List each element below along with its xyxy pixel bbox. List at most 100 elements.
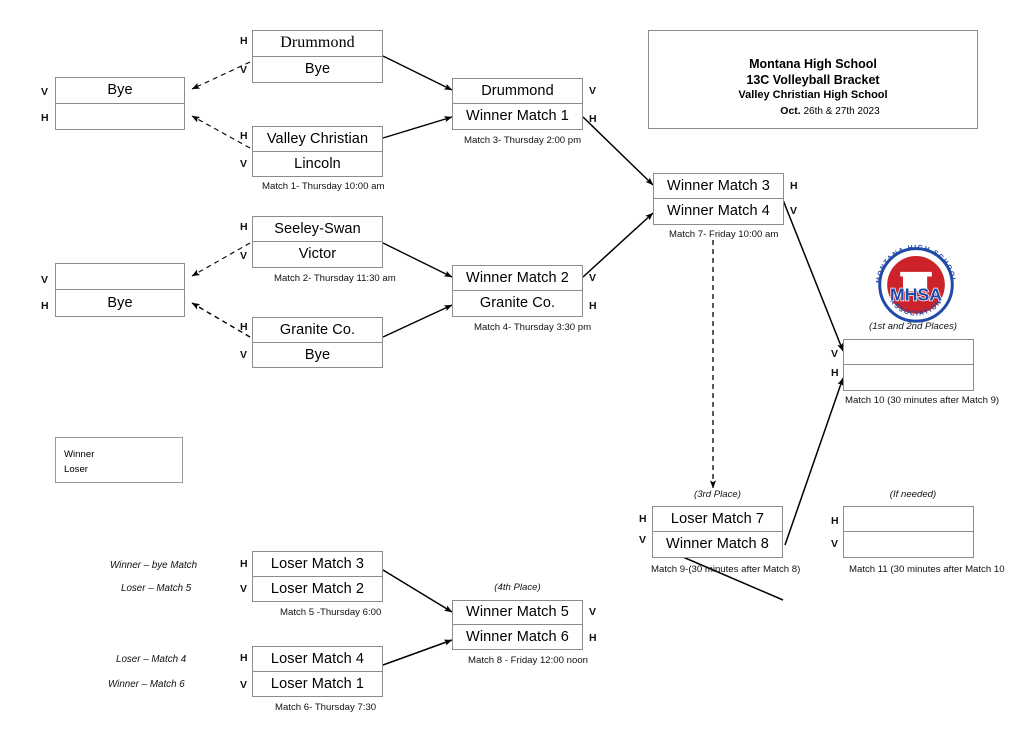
seed-h-match5: H (240, 558, 248, 570)
place-label-match11: (If needed) (889, 489, 937, 500)
slot-top[interactable]: Winner Match 5 (453, 601, 582, 625)
match-box-match8[interactable]: Winner Match 5 Winner Match 6 (452, 600, 583, 650)
legend-box: Winner Loser (55, 437, 183, 483)
feeder-note-3: Loser – Match 4 (116, 654, 187, 665)
slot-bottom[interactable]: Winner Match 8 (653, 532, 782, 557)
place-label-match9: (3rd Place) (694, 489, 741, 500)
title-line-1: Montana High School (749, 57, 877, 71)
seed-v-match4: V (589, 272, 597, 284)
title-date-days: 26th & 27th 2023 (803, 105, 880, 117)
bracket-canvas: Montana High School 13C Volleyball Brack… (0, 0, 1024, 742)
slot-bottom[interactable] (844, 532, 973, 557)
slot-bottom[interactable]: Granite Co. (453, 291, 582, 316)
seed-v-match10: V (831, 348, 839, 360)
slot-top[interactable]: Granite Co. (253, 318, 382, 343)
title-date-row: Oct. 26th & 27th 2023 (746, 104, 879, 119)
slot-top[interactable]: Loser Match 3 (253, 552, 382, 577)
match-box-bye-top[interactable]: Bye (55, 77, 185, 130)
caption-match1: Match 1- Thursday 10:00 am (262, 181, 385, 192)
seed-h-match4: H (589, 300, 597, 312)
slot-bottom[interactable] (56, 104, 184, 130)
bracket-title-box: Montana High School 13C Volleyball Brack… (648, 30, 978, 129)
feeder-note-4: Winner – Match 6 (108, 679, 185, 690)
match-box-match9[interactable]: Loser Match 7 Winner Match 8 (652, 506, 783, 558)
seed-v-granite: V (240, 349, 248, 361)
slot-bottom[interactable]: Bye (56, 290, 184, 316)
slot-top[interactable]: Bye (56, 78, 184, 104)
title-line-2: 13C Volleyball Bracket (746, 73, 880, 87)
legend-winner-label: Winner (64, 449, 95, 460)
slot-top[interactable]: Loser Match 7 (653, 507, 782, 532)
slot-bottom[interactable]: Bye (253, 343, 382, 368)
slot-top[interactable] (844, 507, 973, 532)
seed-v-drummond: V (240, 64, 248, 76)
caption-match11: Match 11 (30 minutes after Match 10 (849, 564, 1005, 575)
match-box-bye-lower[interactable]: Bye (55, 263, 185, 317)
match-box-granite-bye[interactable]: Granite Co. Bye (252, 317, 383, 368)
slot-top[interactable]: Seeley-Swan (253, 217, 382, 242)
slot-bottom[interactable]: Victor (253, 242, 382, 267)
slot-bottom[interactable]: Bye (253, 57, 382, 83)
mhsa-logo-icon: MONTANA HIGH SCHOOL ASSOCIATION MHSA (869, 243, 963, 323)
place-label-match10: (1st and 2nd Places) (869, 321, 957, 332)
match-box-match3[interactable]: Drummond Winner Match 1 (452, 78, 583, 130)
match-box-match5[interactable]: Loser Match 3 Loser Match 2 (252, 551, 383, 602)
match-box-match7[interactable]: Winner Match 3 Winner Match 4 (653, 173, 784, 225)
slot-bottom[interactable]: Winner Match 6 (453, 625, 582, 649)
seed-v-match5: V (240, 583, 248, 595)
seed-v-match3: V (589, 85, 597, 97)
seed-h-match3: H (589, 113, 597, 125)
caption-match10: Match 10 (30 minutes after Match 9) (845, 395, 1000, 406)
caption-match5: Match 5 -Thursday 6:00 (280, 607, 382, 618)
seed-h-bye-lower: H (41, 300, 49, 312)
slot-top[interactable]: Winner Match 2 (453, 266, 582, 291)
slot-top[interactable]: Winner Match 3 (654, 174, 783, 199)
slot-bottom[interactable]: Lincoln (253, 152, 382, 177)
seed-h-match7: H (790, 180, 798, 192)
slot-top[interactable]: Drummond (453, 79, 582, 104)
match-box-match6[interactable]: Loser Match 4 Loser Match 1 (252, 646, 383, 697)
match-box-match11[interactable] (843, 506, 974, 558)
slot-bottom[interactable]: Loser Match 2 (253, 577, 382, 602)
caption-match7: Match 7- Friday 10:00 am (669, 229, 779, 240)
slot-top[interactable]: Drummond (253, 31, 382, 57)
seed-h-match1: H (240, 130, 248, 142)
seed-h-bye-top: H (41, 112, 49, 124)
slot-bottom[interactable]: Loser Match 1 (253, 672, 382, 697)
seed-h-match6: H (240, 652, 248, 664)
seed-v-match1: V (240, 158, 248, 170)
seed-h-match10: H (831, 367, 839, 379)
seed-h-granite: H (240, 321, 248, 333)
legend-loser-label: Loser (64, 464, 88, 475)
seed-v-match6: V (240, 679, 248, 691)
slot-top[interactable]: Loser Match 4 (253, 647, 382, 672)
seed-v-match11: V (831, 538, 839, 550)
match-box-match10[interactable] (843, 339, 974, 391)
seed-v-bye-top: V (41, 86, 49, 98)
place-label-match8: (4th Place) (494, 582, 541, 593)
svg-text:MHSA: MHSA (890, 285, 942, 305)
slot-top[interactable]: Valley Christian (253, 127, 382, 152)
seed-v-match8: V (589, 606, 597, 618)
slot-bottom[interactable] (844, 365, 973, 390)
caption-match4: Match 4- Thursday 3:30 pm (474, 322, 592, 333)
caption-match9: Match 9-(30 minutes after Match 8) (651, 564, 801, 575)
match-box-match2[interactable]: Seeley-Swan Victor (252, 216, 383, 268)
seed-h-drummond: H (240, 35, 248, 47)
match-box-drummond-bye[interactable]: Drummond Bye (252, 30, 383, 83)
slot-bottom[interactable]: Winner Match 4 (654, 199, 783, 224)
seed-v-bye-lower: V (41, 274, 49, 286)
slot-top[interactable] (844, 340, 973, 365)
seed-v-match2: V (240, 250, 248, 262)
slot-bottom[interactable]: Winner Match 1 (453, 104, 582, 129)
title-line-3: Valley Christian High School (738, 89, 888, 101)
title-date-month: Oct. (780, 104, 801, 117)
caption-match3: Match 3- Thursday 2:00 pm (464, 135, 582, 146)
seed-h-match8: H (589, 632, 597, 644)
feeder-note-2: Loser – Match 5 (121, 583, 192, 594)
caption-match2: Match 2- Thursday 11:30 am (274, 273, 396, 284)
slot-top[interactable] (56, 264, 184, 290)
caption-match8: Match 8 - Friday 12:00 noon (468, 655, 588, 666)
match-box-match4[interactable]: Winner Match 2 Granite Co. (452, 265, 583, 317)
match-box-match1[interactable]: Valley Christian Lincoln (252, 126, 383, 177)
